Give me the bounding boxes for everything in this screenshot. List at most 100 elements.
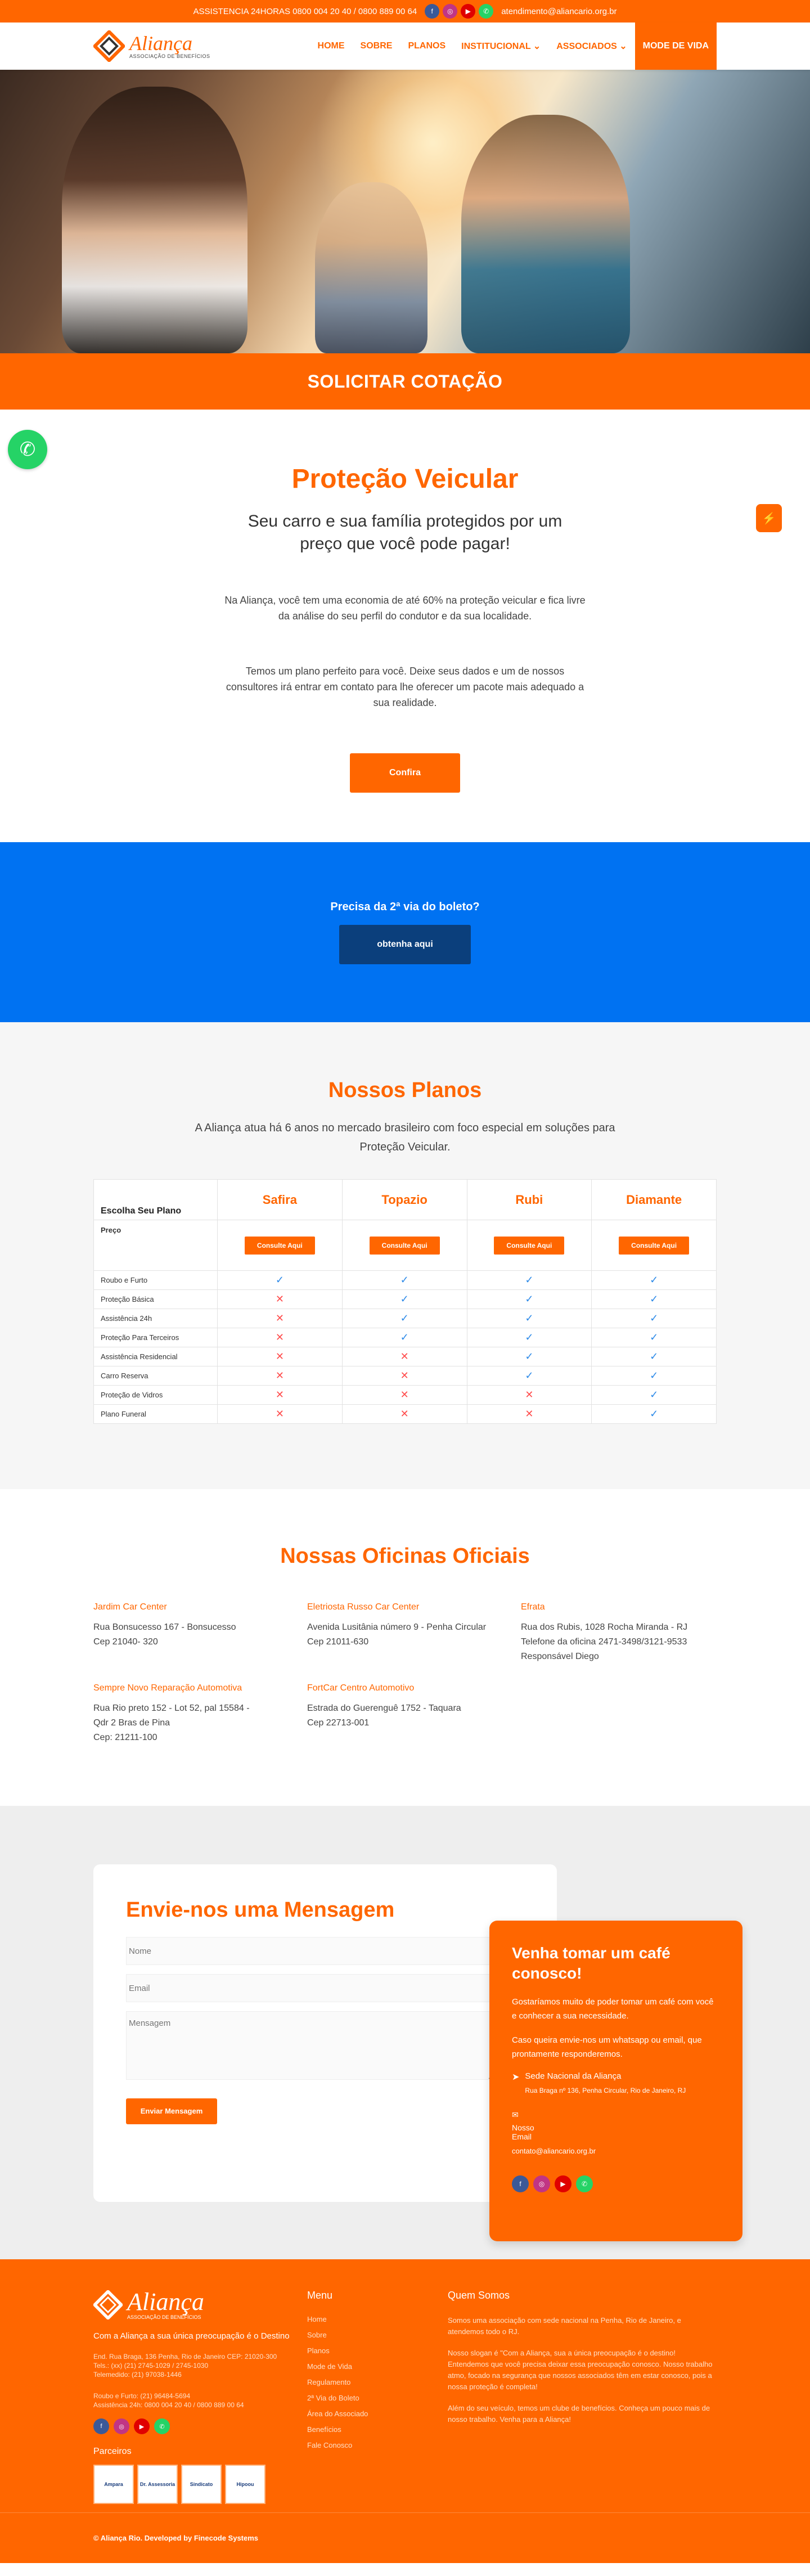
boleto-section: Precisa da 2ª via do boleto? obtenha aqu…: [0, 842, 810, 1022]
workshop-name: Efrata: [521, 1602, 545, 1612]
check-icon: ✓: [525, 1312, 534, 1324]
cross-icon: ✕: [275, 1312, 284, 1324]
nav-associados[interactable]: ASSOCIADOS ⌄: [548, 23, 634, 70]
plan-name-topazio: Topazio: [341, 1179, 467, 1220]
footer-tagline: Com a Aliança a sua única preocupação é …: [93, 2331, 290, 2341]
youtube-icon[interactable]: ▶: [555, 2175, 572, 2192]
intro-subtitle: Seu carro e sua família protegidos por u…: [248, 512, 562, 553]
workshop-item: FortCar Centro Automotivo Estrada do Gue…: [307, 1683, 521, 1745]
footer-address-line: Tels.: (xx) (21) 2745-1029 / 2745-1030: [93, 2362, 209, 2370]
footer-menu-link[interactable]: Home: [307, 2315, 448, 2323]
consult-button-topazio[interactable]: Consulte Aqui: [369, 1236, 440, 1255]
plan-feature-row: Plano Funeral ✕ ✕ ✕ ✓: [93, 1404, 717, 1424]
footer-logo[interactable]: Aliança ASSOCIAÇÃO DE BENEFÍCIOS: [93, 2290, 307, 2320]
boleto-title: Precisa da 2ª via do boleto?: [330, 900, 480, 913]
cta-quote-label[interactable]: SOLICITAR COTAÇÃO: [308, 371, 503, 392]
cross-icon-topazio: ✕: [341, 1404, 467, 1424]
facebook-icon[interactable]: f: [512, 2175, 529, 2192]
footer-menu-link[interactable]: Área do Associado: [307, 2409, 448, 2418]
plans-title: Nossos Planos: [328, 1078, 482, 1102]
check-icon: ✓: [525, 1351, 534, 1362]
partner-logo[interactable]: Dr. Assessoria: [137, 2465, 178, 2504]
whatsapp-icon[interactable]: ✆: [154, 2418, 170, 2434]
contact-email-link[interactable]: contato@aliancario.org.br: [512, 2147, 720, 2155]
main-menu: HOME SOBRE PLANOS INSTITUCIONAL ⌄ ASSOCI…: [310, 23, 717, 70]
consult-button-diamante[interactable]: Consulte Aqui: [619, 1236, 690, 1255]
youtube-icon[interactable]: ▶: [461, 4, 476, 19]
footer-logo-tagline: ASSOCIAÇÃO DE BENEFÍCIOS: [127, 2314, 201, 2320]
nav-home[interactable]: HOME: [310, 23, 353, 70]
boleto-button[interactable]: obtenha aqui: [339, 924, 471, 964]
plan-name-rubi: Rubi: [466, 1179, 592, 1220]
contact-form-title: Envie-nos uma Mensagem: [126, 1898, 395, 1922]
consult-button-rubi[interactable]: Consulte Aqui: [494, 1236, 565, 1255]
whatsapp-icon[interactable]: ✆: [479, 4, 494, 19]
nav-institucional[interactable]: INSTITUCIONAL ⌄: [453, 23, 548, 70]
hq-address-text: Rua Braga nº 136, Penha Circular, Rio de…: [525, 2087, 686, 2094]
choose-plan-label: Escolha Seu Plano: [93, 1179, 218, 1220]
footer-menu-link[interactable]: Fale Conosco: [307, 2441, 448, 2449]
check-icon-rubi: ✓: [466, 1309, 592, 1328]
footer-about-text: Nosso slogan é "Com a Aliança, sua a úni…: [448, 2349, 713, 2391]
cta-quote-band[interactable]: SOLICITAR COTAÇÃO: [0, 353, 810, 410]
check-icon-rubi: ✓: [466, 1347, 592, 1366]
check-icon: ✓: [650, 1351, 659, 1362]
nav-planos[interactable]: PLANOS: [400, 23, 453, 70]
footer-menu-link[interactable]: Sobre: [307, 2331, 448, 2339]
facebook-icon[interactable]: f: [425, 4, 440, 19]
footer-about-text: Além do seu veículo, temos um clube de b…: [448, 2404, 710, 2424]
plan-feature-row: Assistência Residencial ✕ ✕ ✓ ✓: [93, 1347, 717, 1366]
footer-menu-link[interactable]: 2ª Via do Boleto: [307, 2394, 448, 2402]
instagram-icon[interactable]: ◎: [443, 4, 458, 19]
consult-button-safira[interactable]: Consulte Aqui: [244, 1236, 315, 1255]
plans-header-row: Escolha Seu Plano Safira Topazio Rubi Di…: [93, 1179, 717, 1220]
youtube-icon[interactable]: ▶: [134, 2418, 150, 2434]
hq-address: ➤ Sede Nacional da Aliança Rua Braga nº …: [512, 2071, 720, 2094]
intro-paragraph-2: Temos um plano perfeito para você. Deixe…: [226, 666, 584, 708]
assistance-phone-text: ASSISTENCIA 24HORAS 0800 004 20 40 / 080…: [193, 6, 417, 16]
cross-icon-topazio: ✕: [341, 1347, 467, 1366]
check-icon-diamante: ✓: [591, 1404, 717, 1424]
site-logo[interactable]: Aliança ASSOCIAÇÃO DE BENEFÍCIOS: [93, 30, 210, 62]
check-icon-rubi: ✓: [466, 1366, 592, 1386]
nav-sobre[interactable]: SOBRE: [353, 23, 400, 70]
plans-subtitle: A Aliança atua há 6 anos no mercado bras…: [195, 1122, 615, 1153]
check-icon-safira: ✓: [217, 1270, 343, 1290]
footer-phone-line: Roubo e Furto: (21) 96484-5694: [93, 2392, 191, 2400]
plan-feature-row: Proteção Para Terceiros ✕ ✓ ✓ ✓: [93, 1328, 717, 1347]
partner-logo[interactable]: Sindicato: [181, 2465, 222, 2504]
nav-mode-de-vida[interactable]: MODE DE VIDA: [634, 23, 717, 70]
footer-phones: Roubo e Furto: (21) 96484-5694 Assistênc…: [93, 2391, 307, 2409]
name-field[interactable]: [126, 1937, 494, 1965]
confira-button[interactable]: Confira: [350, 753, 460, 793]
whatsapp-icon[interactable]: ✆: [576, 2175, 593, 2192]
message-field[interactable]: [126, 2011, 494, 2080]
footer-menu-link[interactable]: Benefícios: [307, 2425, 448, 2434]
site-footer: Aliança ASSOCIAÇÃO DE BENEFÍCIOS Com a A…: [0, 2259, 810, 2563]
footer-menu-link[interactable]: Planos: [307, 2346, 448, 2355]
top-email-link[interactable]: atendimento@aliancario.org.br: [501, 7, 616, 16]
feature-name: Roubo e Furto: [93, 1270, 218, 1290]
footer-menu-link[interactable]: Regulamento: [307, 2378, 448, 2386]
feature-name: Plano Funeral: [93, 1404, 218, 1424]
send-message-button[interactable]: Enviar Mensagem: [126, 2098, 217, 2124]
top-social-links: f ◎ ▶ ✆: [425, 4, 494, 19]
check-icon-rubi: ✓: [466, 1328, 592, 1347]
hero-person-woman: [62, 87, 248, 353]
partner-logo[interactable]: Ampara: [93, 2465, 134, 2504]
info-card-text-1: Gostaríamos muito de poder tomar um café…: [512, 1997, 714, 2021]
intro-title: Proteção Veicular: [291, 464, 519, 494]
footer-menu-link[interactable]: Mode de Vida: [307, 2362, 448, 2371]
hero-person-child: [315, 182, 428, 353]
check-icon-diamante: ✓: [591, 1385, 717, 1405]
email-field[interactable]: [126, 1974, 494, 2002]
partner-logo[interactable]: Hipoou: [225, 2465, 266, 2504]
check-icon-diamante: ✓: [591, 1347, 717, 1366]
instagram-icon[interactable]: ◎: [533, 2175, 550, 2192]
facebook-icon[interactable]: f: [93, 2418, 109, 2434]
check-icon-diamante: ✓: [591, 1328, 717, 1347]
cross-icon-rubi: ✕: [466, 1385, 592, 1405]
instagram-icon[interactable]: ◎: [114, 2418, 129, 2434]
check-icon: ✓: [650, 1312, 659, 1324]
copyright-bar: © Aliança Rio. Developed by Finecode Sys…: [0, 2512, 810, 2563]
